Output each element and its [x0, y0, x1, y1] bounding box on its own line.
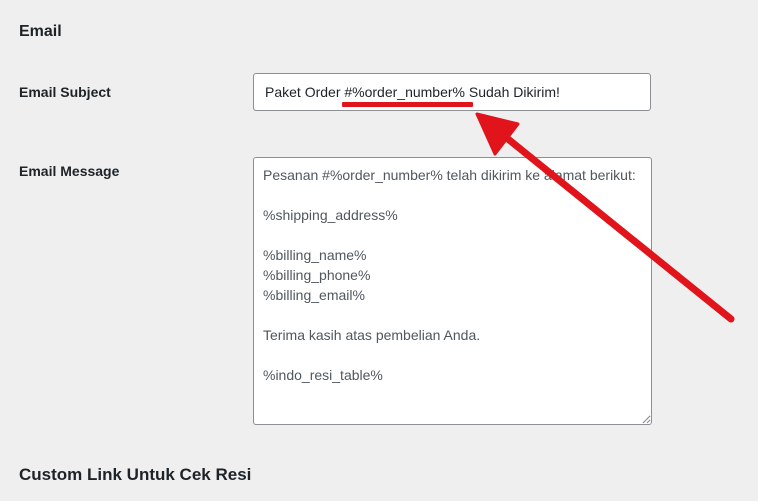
email-message-textarea[interactable]: Pesanan #%order_number% telah dikirim ke…	[253, 157, 652, 425]
email-subject-label: Email Subject	[19, 84, 111, 100]
section-title-custom-link: Custom Link Untuk Cek Resi	[19, 465, 252, 484]
annotation-underline	[342, 102, 473, 107]
email-settings-page: Email Email Subject Email Message Pesana…	[0, 0, 758, 501]
section-title-email: Email	[19, 23, 62, 40]
email-message-label: Email Message	[19, 163, 120, 179]
resize-grip-icon[interactable]	[641, 414, 651, 424]
